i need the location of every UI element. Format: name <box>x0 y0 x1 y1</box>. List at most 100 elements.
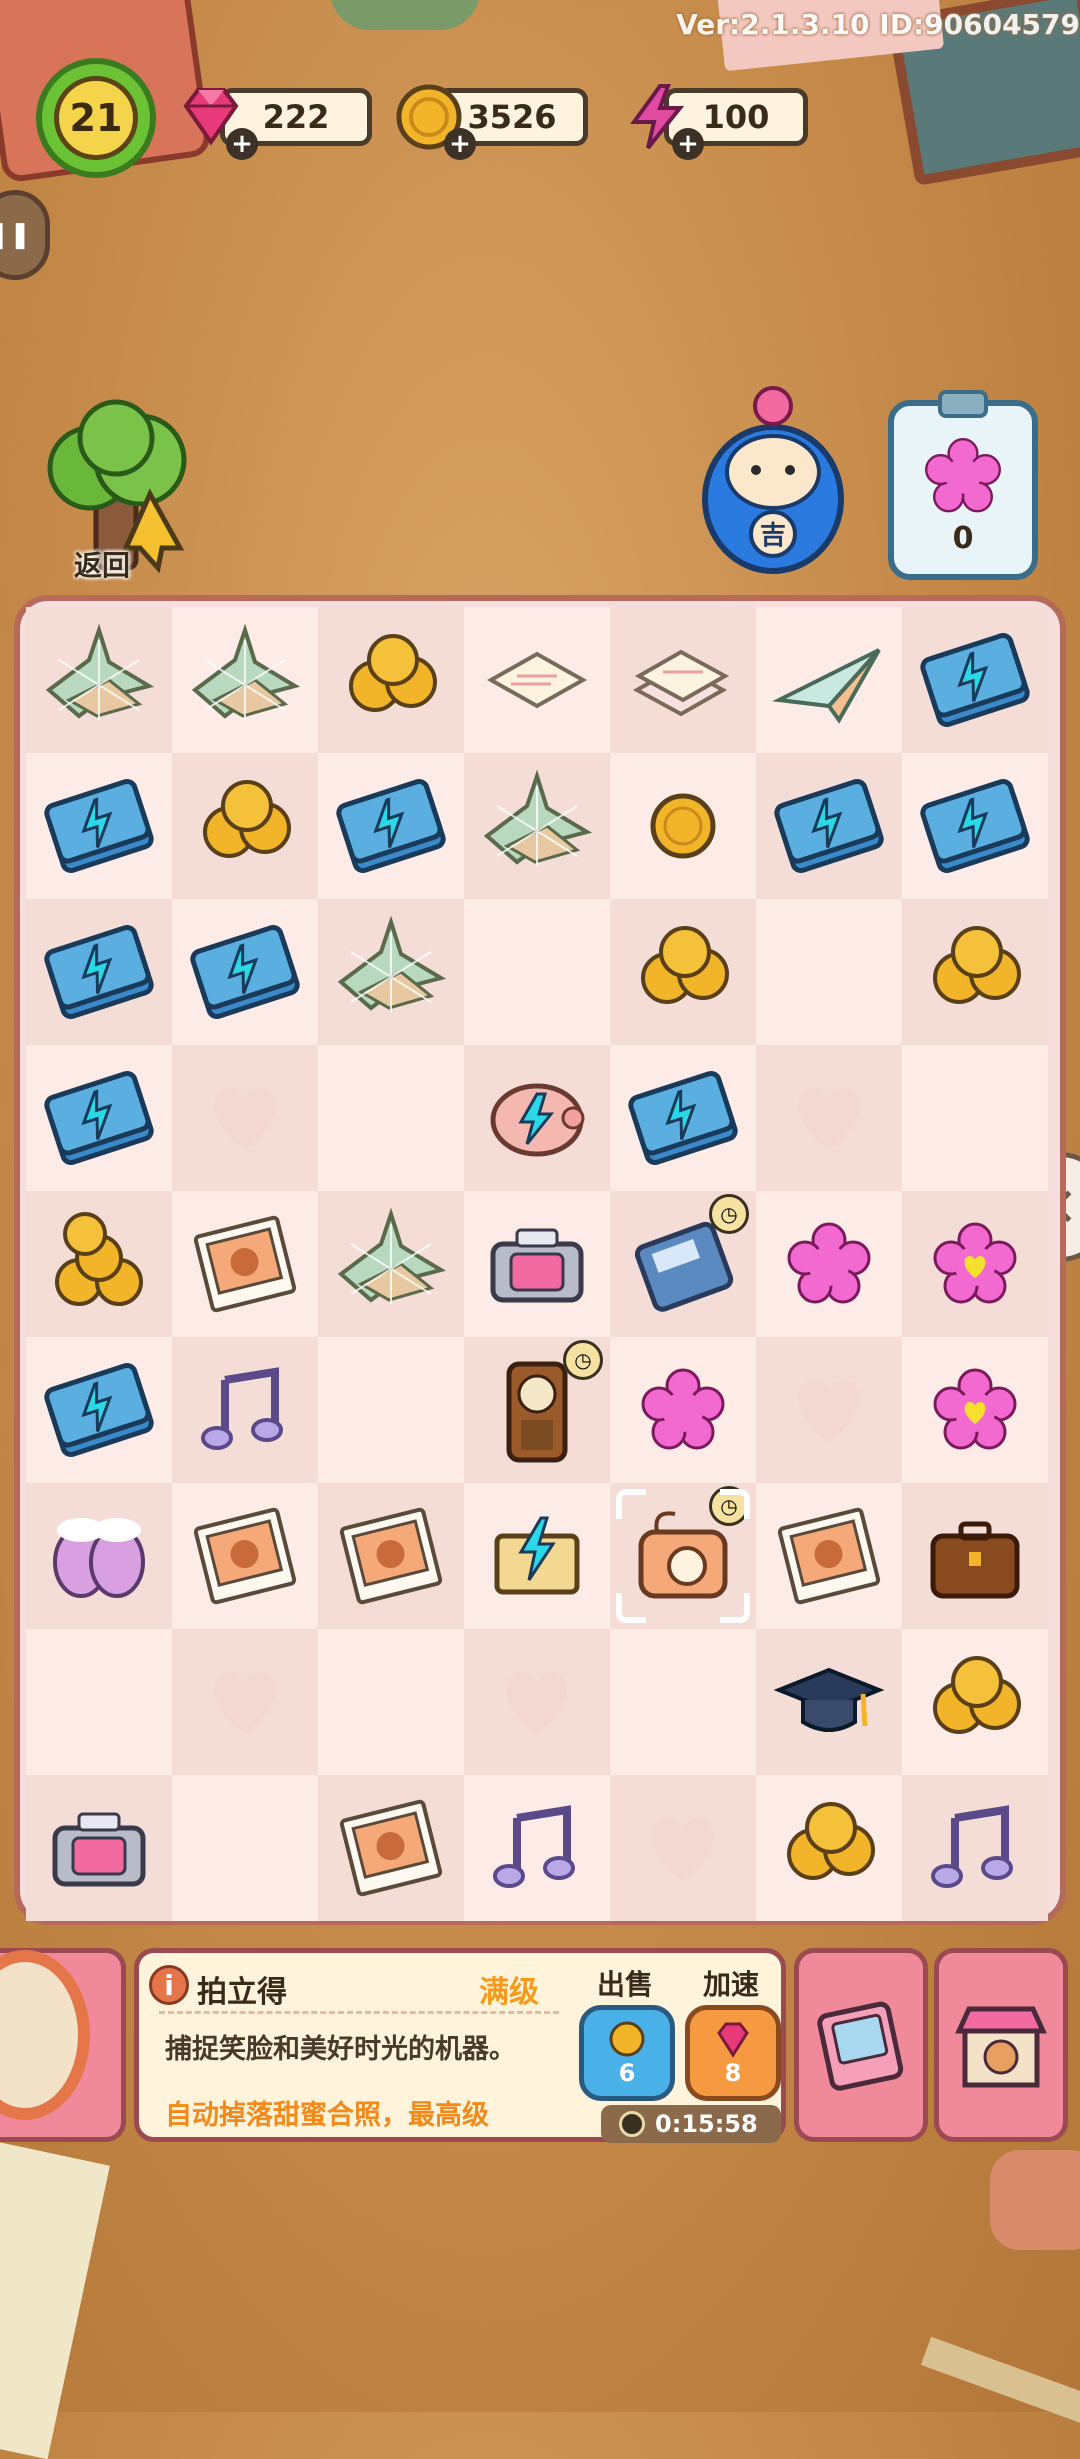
coin-icon[interactable] <box>623 766 743 886</box>
board-cell[interactable] <box>902 899 1048 1045</box>
board-cell[interactable] <box>26 1629 172 1775</box>
board-cell[interactable] <box>756 1191 902 1337</box>
energy-add-icon[interactable]: + <box>672 128 704 160</box>
board-cell[interactable] <box>464 899 610 1045</box>
photo-icon[interactable] <box>331 1496 451 1616</box>
board-cell[interactable] <box>464 1629 610 1775</box>
book-icon[interactable] <box>769 766 889 886</box>
instant-printer-icon[interactable] <box>477 1204 597 1324</box>
board-cell[interactable] <box>756 607 902 753</box>
shop-button[interactable] <box>934 1948 1068 2142</box>
board-cell-selected[interactable]: ◷ <box>610 1483 756 1629</box>
pause-button[interactable]: ❚❚ <box>0 190 50 280</box>
board-cell[interactable] <box>756 1629 902 1775</box>
board-cell[interactable] <box>610 1629 756 1775</box>
coins-3-icon[interactable] <box>185 766 305 886</box>
book-icon[interactable] <box>39 1058 159 1178</box>
board-cell[interactable] <box>756 1045 902 1191</box>
board-cell[interactable]: ◷ <box>464 1337 610 1483</box>
board-cell[interactable] <box>172 753 318 899</box>
board-cell[interactable] <box>756 1337 902 1483</box>
book-icon[interactable] <box>915 766 1035 886</box>
board-cell[interactable] <box>902 1629 1048 1775</box>
board-cell[interactable] <box>464 753 610 899</box>
album-button[interactable] <box>794 1948 928 2142</box>
board-cell[interactable] <box>26 607 172 753</box>
crane-web-icon[interactable] <box>331 912 451 1032</box>
board-cell[interactable] <box>610 1775 756 1921</box>
photo-icon[interactable] <box>185 1204 305 1324</box>
book-icon[interactable] <box>185 912 305 1032</box>
board-cell[interactable] <box>318 1045 464 1191</box>
paper-plane-icon[interactable] <box>769 620 889 740</box>
photo-icon[interactable] <box>769 1496 889 1616</box>
board-cell[interactable] <box>318 899 464 1045</box>
board-cell[interactable] <box>318 753 464 899</box>
board-cell[interactable] <box>318 1629 464 1775</box>
board-cell[interactable] <box>610 607 756 753</box>
board-cell[interactable] <box>172 899 318 1045</box>
board-cell[interactable] <box>26 1191 172 1337</box>
board-cell[interactable] <box>756 1775 902 1921</box>
board-cell[interactable] <box>26 1045 172 1191</box>
flower-icon[interactable] <box>623 1350 743 1470</box>
board-cell[interactable] <box>464 1045 610 1191</box>
instant-printer-icon[interactable] <box>39 1788 159 1908</box>
board-cell[interactable] <box>902 753 1048 899</box>
letter-icon[interactable] <box>477 620 597 740</box>
board-cell[interactable] <box>172 1191 318 1337</box>
coins-3-icon[interactable] <box>915 1642 1035 1762</box>
book-icon[interactable] <box>39 912 159 1032</box>
coins-3-icon[interactable] <box>915 912 1035 1032</box>
coins-add-icon[interactable]: + <box>444 128 476 160</box>
board-cell[interactable] <box>902 1337 1048 1483</box>
letters-icon[interactable] <box>623 620 743 740</box>
daruma-button[interactable]: 吉 <box>698 384 848 574</box>
board-cell[interactable] <box>172 1045 318 1191</box>
grad-cap-icon[interactable] <box>769 1642 889 1762</box>
note-icon[interactable] <box>185 1350 305 1470</box>
board-cell[interactable] <box>756 899 902 1045</box>
photo-icon[interactable] <box>331 1788 451 1908</box>
board-cell[interactable] <box>318 1483 464 1629</box>
board-cell[interactable] <box>610 753 756 899</box>
piano-icon[interactable] <box>477 1496 597 1616</box>
board-cell[interactable] <box>902 1483 1048 1629</box>
crane-web-icon[interactable] <box>331 1204 451 1324</box>
book-icon[interactable] <box>623 1058 743 1178</box>
pos-machine-icon[interactable]: ◷ <box>623 1194 749 1324</box>
board-cell[interactable] <box>172 1483 318 1629</box>
mittens-icon[interactable] <box>39 1496 159 1616</box>
board-cell[interactable] <box>610 899 756 1045</box>
board-cell[interactable] <box>318 1775 464 1921</box>
board-cell[interactable] <box>26 899 172 1045</box>
book-icon[interactable] <box>39 1350 159 1470</box>
speed-up-button[interactable]: 8 <box>685 2005 781 2101</box>
board-cell[interactable] <box>902 607 1048 753</box>
crane-web-icon[interactable] <box>39 620 159 740</box>
level-badge[interactable]: 21 <box>36 58 156 178</box>
flower-heart-icon[interactable] <box>915 1204 1035 1324</box>
board-cell[interactable] <box>318 607 464 753</box>
flower-quest-clipboard[interactable]: 0 <box>888 390 1038 580</box>
board-cell[interactable] <box>26 1775 172 1921</box>
board-cell[interactable] <box>610 1045 756 1191</box>
coins-stack-icon[interactable] <box>39 1204 159 1324</box>
crane-web-icon[interactable] <box>477 766 597 886</box>
clock-icon[interactable]: ◷ <box>477 1340 603 1470</box>
coins-3-icon[interactable] <box>623 912 743 1032</box>
board-cell[interactable] <box>26 1483 172 1629</box>
board-cell[interactable] <box>26 753 172 899</box>
gems-add-icon[interactable]: + <box>226 128 258 160</box>
board-cell[interactable] <box>902 1045 1048 1191</box>
crane-web-icon[interactable] <box>185 620 305 740</box>
board-cell[interactable] <box>464 1775 610 1921</box>
board-cell[interactable] <box>172 1775 318 1921</box>
book-icon[interactable] <box>39 766 159 886</box>
suitcase-icon[interactable] <box>915 1496 1035 1616</box>
book-icon[interactable] <box>331 766 451 886</box>
board-cell[interactable] <box>318 1337 464 1483</box>
board-cell[interactable] <box>756 1483 902 1629</box>
board-cell[interactable] <box>902 1775 1048 1921</box>
piggy-icon[interactable] <box>477 1058 597 1178</box>
